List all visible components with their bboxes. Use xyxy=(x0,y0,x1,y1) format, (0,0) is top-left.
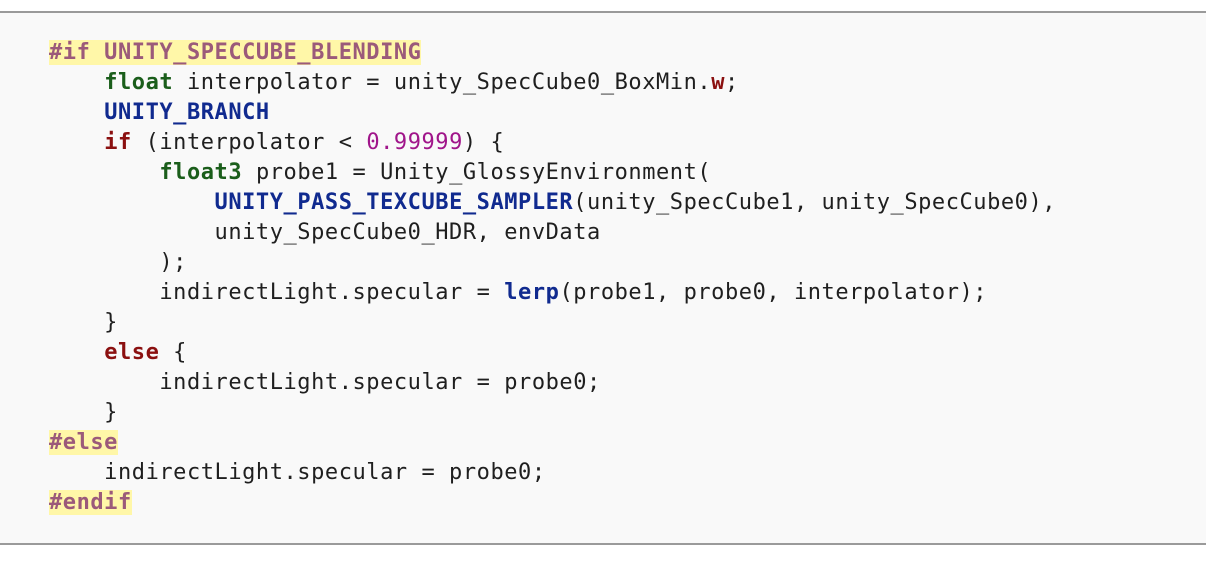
macro-name: UNITY_PASS_TEXCUBE_SAMPLER xyxy=(214,190,574,215)
code-block: #if UNITY_SPECCUBE_BLENDING float interp… xyxy=(0,11,1206,545)
code-line: #else xyxy=(49,428,1056,458)
code-text: probe1 = Unity_GlossyEnvironment( xyxy=(242,160,712,185)
code-line: #if UNITY_SPECCUBE_BLENDING xyxy=(49,38,1056,68)
preprocessor-if: #if UNITY_SPECCUBE_BLENDING xyxy=(49,40,422,65)
code-text: } xyxy=(49,310,118,335)
code-text: } xyxy=(49,400,118,425)
number-literal: 0.99999 xyxy=(366,130,463,155)
code-listing: #if UNITY_SPECCUBE_BLENDING float interp… xyxy=(49,38,1056,518)
code-text: { xyxy=(159,340,187,365)
code-text: ; xyxy=(724,70,739,95)
code-text: interpolator = unity_SpecCube0_BoxMin. xyxy=(173,70,712,95)
preprocessor-endif: #endif xyxy=(49,490,132,515)
code-line: UNITY_PASS_TEXCUBE_SAMPLER(unity_SpecCub… xyxy=(49,188,1056,218)
code-line: indirectLight.specular = probe0; xyxy=(49,368,1056,398)
code-text: indirectLight.specular = xyxy=(49,280,505,305)
code-line: float interpolator = unity_SpecCube0_Box… xyxy=(49,68,1056,98)
code-line: #endif xyxy=(49,488,1056,518)
code-text: indirectLight.specular = probe0; xyxy=(49,460,546,485)
type-keyword: float3 xyxy=(159,160,243,185)
code-text: (probe1, probe0, interpolator); xyxy=(559,280,988,305)
code-line: ); xyxy=(49,248,1056,278)
code-text: unity_SpecCube0_HDR, envData xyxy=(49,220,601,245)
code-text: ) { xyxy=(462,130,505,155)
control-keyword: if xyxy=(104,130,132,155)
code-line: unity_SpecCube0_HDR, envData xyxy=(49,218,1056,248)
code-text: indirectLight.specular = probe0; xyxy=(49,370,601,395)
code-line: else { xyxy=(49,338,1056,368)
control-keyword: else xyxy=(104,340,160,365)
code-line: } xyxy=(49,398,1056,428)
code-line: if (interpolator < 0.99999) { xyxy=(49,128,1056,158)
preprocessor-else: #else xyxy=(49,430,118,455)
code-text: ); xyxy=(49,250,187,275)
function-name: lerp xyxy=(504,280,560,305)
code-text: (interpolator < xyxy=(131,130,367,155)
macro-name: UNITY_BRANCH xyxy=(104,100,270,125)
code-line: UNITY_BRANCH xyxy=(49,98,1056,128)
code-line: indirectLight.specular = probe0; xyxy=(49,458,1056,488)
code-line: } xyxy=(49,308,1056,338)
member-access: w xyxy=(711,70,725,95)
code-line: indirectLight.specular = lerp(probe1, pr… xyxy=(49,278,1056,308)
type-keyword: float xyxy=(104,70,174,95)
code-line: float3 probe1 = Unity_GlossyEnvironment( xyxy=(49,158,1056,188)
code-text: (unity_SpecCube1, unity_SpecCube0), xyxy=(573,190,1057,215)
